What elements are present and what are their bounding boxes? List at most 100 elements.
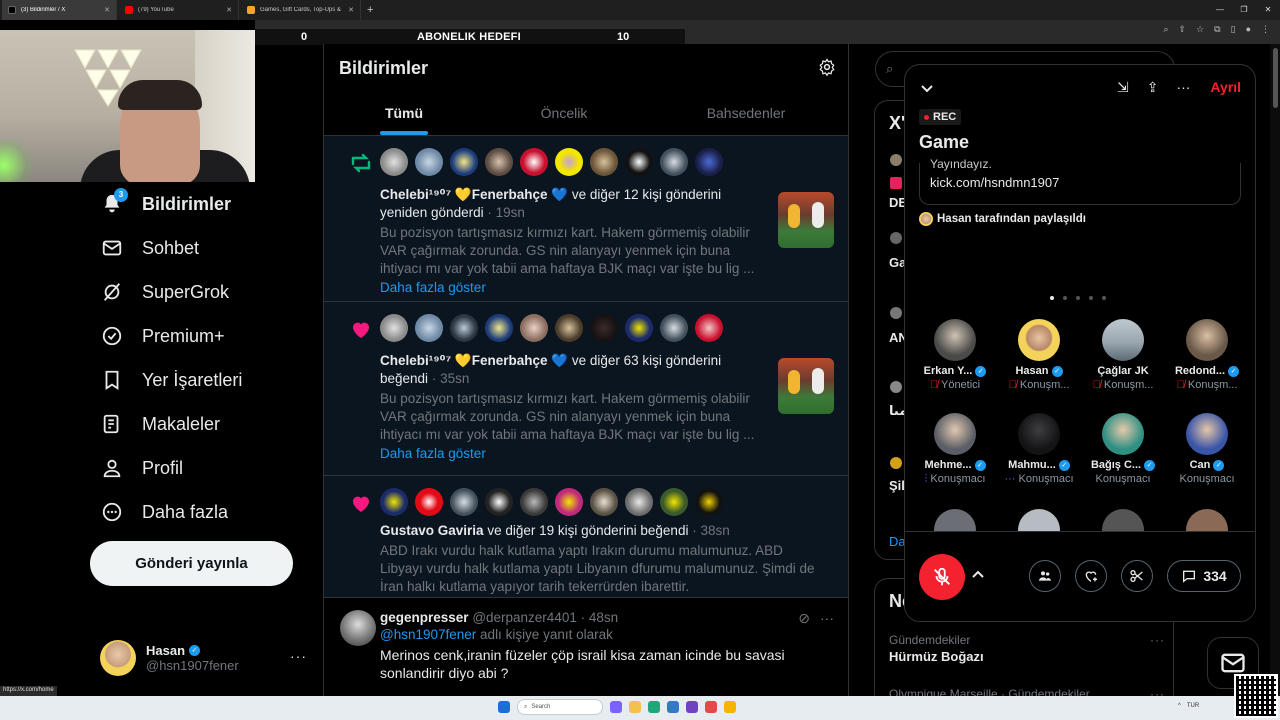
- pinned-link[interactable]: kick.com/hsndmn1907: [930, 175, 1059, 190]
- leave-space-button[interactable]: Ayrıl: [1210, 79, 1241, 95]
- avatar[interactable]: [625, 488, 653, 516]
- chevron-down-icon[interactable]: [919, 81, 935, 97]
- avatar[interactable]: [660, 148, 688, 176]
- scrollbar[interactable]: [1270, 44, 1280, 696]
- sidepanel-icon[interactable]: ▯: [1231, 24, 1236, 35]
- more-icon[interactable]: ···: [1176, 79, 1190, 96]
- avatar[interactable]: [415, 314, 443, 342]
- sidebar-item-notifications[interactable]: 3 Bildirimler: [90, 182, 320, 226]
- avatar[interactable]: [625, 314, 653, 342]
- post-thumbnail[interactable]: [778, 192, 834, 248]
- actor-name[interactable]: Chelebi¹⁹⁰⁷ 💛Fenerbahçe 💙: [380, 353, 568, 368]
- pinned-post[interactable]: Yayındayız. kick.com/hsndmn1907: [919, 157, 1241, 205]
- sidebar-item-bookmarks[interactable]: Yer İşaretleri: [90, 358, 320, 402]
- tab-all[interactable]: Tümü: [324, 91, 484, 135]
- sidebar-item-supergrok[interactable]: SuperGrok: [90, 270, 320, 314]
- language-indicator[interactable]: TUR: [1187, 703, 1199, 709]
- extensions-icon[interactable]: ⧉: [1214, 24, 1220, 35]
- store-icon[interactable]: [667, 701, 679, 713]
- avatar[interactable]: [695, 314, 723, 342]
- reply-post[interactable]: gegenpresser @derpanzer4401 · 48sn @hsn1…: [324, 598, 848, 696]
- avatar[interactable]: [485, 314, 513, 342]
- avatar[interactable]: [485, 148, 513, 176]
- avatar[interactable]: [485, 488, 513, 516]
- chevron-up-icon[interactable]: [971, 568, 985, 582]
- show-more-link[interactable]: Daha fazla göster: [380, 280, 760, 295]
- avatar[interactable]: [590, 148, 618, 176]
- tab-priority[interactable]: Öncelik: [484, 91, 644, 135]
- sidebar-item-profile[interactable]: Profil: [90, 446, 320, 490]
- tab-mentions[interactable]: Bahsedenler: [644, 91, 848, 135]
- close-window-icon[interactable]: ✕: [1256, 0, 1280, 20]
- taskbar-search[interactable]: ⌕ Search: [517, 699, 603, 715]
- share-icon[interactable]: ⇪: [1179, 24, 1187, 35]
- star-icon[interactable]: ☆: [1196, 24, 1204, 35]
- clip-button[interactable]: [1121, 560, 1153, 592]
- avatar[interactable]: [380, 314, 408, 342]
- app-icon[interactable]: [686, 701, 698, 713]
- close-tab-icon[interactable]: ✕: [104, 6, 110, 14]
- close-tab-icon[interactable]: ✕: [226, 6, 232, 14]
- notification-item[interactable]: Chelebi¹⁹⁰⁷ 💛Fenerbahçe 💙 ve diğer 12 ki…: [324, 136, 848, 302]
- speaker[interactable]: Çağlar JK 🎙̸ Konuşm...: [1081, 319, 1165, 391]
- comments-button[interactable]: 334: [1167, 560, 1241, 592]
- carousel-dot[interactable]: [1076, 296, 1080, 300]
- avatar[interactable]: [380, 488, 408, 516]
- avatar[interactable]: [590, 488, 618, 516]
- avatar[interactable]: [415, 488, 443, 516]
- carousel-dot[interactable]: [1089, 296, 1093, 300]
- speaker[interactable]: Hasan ✓ 🎙̸ Konuşm...: [997, 319, 1081, 391]
- sidebar-item-premium[interactable]: Premium+: [90, 314, 320, 358]
- avatar[interactable]: [415, 148, 443, 176]
- avatar[interactable]: [520, 488, 548, 516]
- sidebar-item-chat[interactable]: Sohbet: [90, 226, 320, 270]
- speaker[interactable]: Erkan Y... ✓ 🎙̸ Yönetici: [913, 319, 997, 391]
- avatar[interactable]: [695, 148, 723, 176]
- sidebar-item-more[interactable]: Daha fazla: [90, 490, 320, 534]
- avatar[interactable]: [625, 148, 653, 176]
- avatar[interactable]: [450, 488, 478, 516]
- avatar[interactable]: [660, 314, 688, 342]
- chevron-up-icon[interactable]: ^: [1178, 703, 1181, 709]
- zoom-icon[interactable]: ⌕: [1164, 24, 1169, 35]
- sidebar-item-articles[interactable]: Makaleler: [90, 402, 320, 446]
- avatar[interactable]: [520, 314, 548, 342]
- more-icon[interactable]: ···: [1150, 633, 1165, 647]
- speaker[interactable]: Redond... ✓ 🎙̸ Konuşm...: [1165, 319, 1249, 391]
- post-button[interactable]: Gönderi yayınla: [90, 541, 293, 586]
- browser-tab-youtube[interactable]: (79) YouTube ✕: [119, 0, 239, 20]
- minimize-space-icon[interactable]: ⇲: [1117, 79, 1129, 96]
- avatar[interactable]: [590, 314, 618, 342]
- avatar[interactable]: [340, 610, 376, 646]
- new-tab-button[interactable]: +: [367, 4, 373, 16]
- participants-button[interactable]: [1029, 560, 1061, 592]
- avatar[interactable]: [555, 488, 583, 516]
- minimize-icon[interactable]: —: [1208, 0, 1232, 20]
- more-icon[interactable]: ···: [290, 648, 307, 664]
- avatar[interactable]: [450, 314, 478, 342]
- account-switcher[interactable]: Hasan ✓ @hsn1907fener ···: [100, 638, 310, 678]
- close-tab-icon[interactable]: ✕: [348, 6, 354, 14]
- avatar[interactable]: [520, 148, 548, 176]
- reaction-button[interactable]: [1075, 560, 1107, 592]
- windows-start-icon[interactable]: [498, 701, 510, 713]
- carousel-dot[interactable]: [1050, 296, 1054, 300]
- app-icon[interactable]: [705, 701, 717, 713]
- browser-tab-x[interactable]: (3) Bildirimler / X ✕: [2, 0, 117, 20]
- speaker[interactable]: Bağış C... ✓ Konuşmacı: [1081, 413, 1165, 485]
- speaker[interactable]: Can ✓ Konuşmacı: [1165, 413, 1249, 485]
- trend-name[interactable]: Hürmüz Boğazı: [889, 649, 984, 664]
- folder-icon[interactable]: [629, 701, 641, 713]
- avatar[interactable]: [380, 148, 408, 176]
- avatar[interactable]: [695, 488, 723, 516]
- notification-item[interactable]: Gustavo Gaviria ve diğer 19 kişi gönderi…: [324, 476, 848, 598]
- menu-icon[interactable]: ⋮: [1261, 24, 1270, 35]
- edge-icon[interactable]: [648, 701, 660, 713]
- avatar[interactable]: [555, 314, 583, 342]
- share-icon[interactable]: ⇪: [1147, 79, 1159, 96]
- carousel-dot[interactable]: [1102, 296, 1106, 300]
- speaker[interactable]: Mehme... ✓ ⫶ Konuşmacı: [913, 413, 997, 486]
- reply-author-name[interactable]: gegenpresser: [380, 610, 469, 625]
- show-more-link[interactable]: Daha fazla göster: [380, 446, 760, 461]
- post-thumbnail[interactable]: [778, 358, 834, 414]
